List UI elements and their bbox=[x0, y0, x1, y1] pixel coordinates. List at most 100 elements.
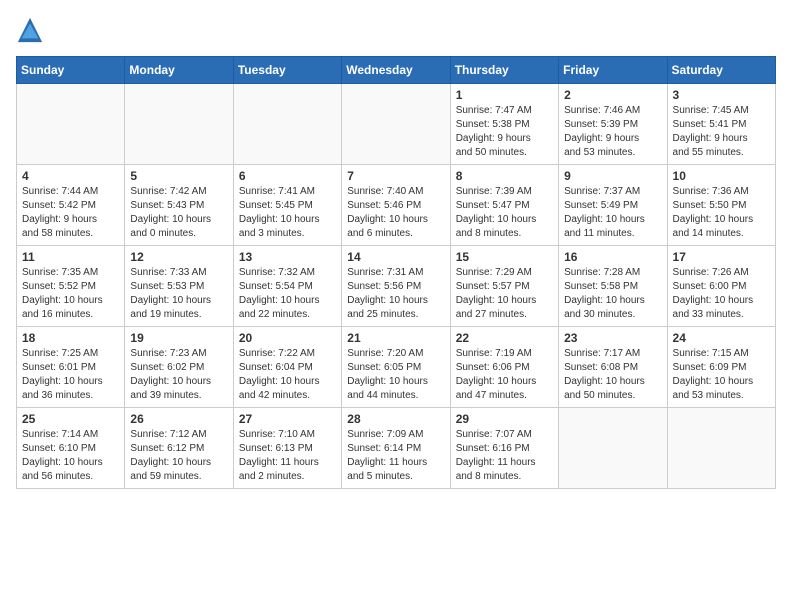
day-info: Sunrise: 7:47 AM Sunset: 5:38 PM Dayligh… bbox=[456, 104, 553, 160]
calendar-cell: 21 Sunrise: 7:20 AM Sunset: 6:05 PM Dayli… bbox=[342, 327, 450, 408]
day-info: Sunrise: 7:15 AM Sunset: 6:09 PM Dayligh… bbox=[673, 347, 770, 403]
day-info: Sunrise: 7:36 AM Sunset: 5:50 PM Dayligh… bbox=[673, 185, 770, 241]
calendar-cell: 17 Sunrise: 7:26 AM Sunset: 6:00 PM Dayli… bbox=[667, 246, 775, 327]
day-info: Sunrise: 7:10 AM Sunset: 6:13 PM Dayligh… bbox=[239, 428, 336, 484]
day-info: Sunrise: 7:29 AM Sunset: 5:57 PM Dayligh… bbox=[456, 266, 553, 322]
calendar-week-row: 18 Sunrise: 7:25 AM Sunset: 6:01 PM Dayli… bbox=[17, 327, 776, 408]
day-number: 16 bbox=[564, 250, 661, 264]
day-number: 19 bbox=[130, 331, 227, 345]
day-number: 18 bbox=[22, 331, 119, 345]
calendar-week-row: 1 Sunrise: 7:47 AM Sunset: 5:38 PM Daylig… bbox=[17, 84, 776, 165]
day-number: 15 bbox=[456, 250, 553, 264]
calendar-cell: 19 Sunrise: 7:23 AM Sunset: 6:02 PM Dayli… bbox=[125, 327, 233, 408]
calendar-cell: 23Sunrise: 7:17 AM Sunset: 6:08 PM Dayli… bbox=[559, 327, 667, 408]
day-info: Sunrise: 7:45 AM Sunset: 5:41 PM Dayligh… bbox=[673, 104, 770, 160]
logo-icon bbox=[16, 16, 44, 44]
day-number: 6 bbox=[239, 169, 336, 183]
calendar-cell: 22Sunrise: 7:19 AM Sunset: 6:06 PM Dayli… bbox=[450, 327, 558, 408]
day-number: 21 bbox=[347, 331, 444, 345]
calendar-cell: 26 Sunrise: 7:12 AM Sunset: 6:12 PM Dayli… bbox=[125, 408, 233, 489]
day-info: Sunrise: 7:26 AM Sunset: 6:00 PM Dayligh… bbox=[673, 266, 770, 322]
day-info: Sunrise: 7:33 AM Sunset: 5:53 PM Dayligh… bbox=[130, 266, 227, 322]
calendar-cell: 5Sunrise: 7:42 AM Sunset: 5:43 PM Daylig… bbox=[125, 165, 233, 246]
day-number: 17 bbox=[673, 250, 770, 264]
day-info: Sunrise: 7:46 AM Sunset: 5:39 PM Dayligh… bbox=[564, 104, 661, 160]
calendar-cell: 1 Sunrise: 7:47 AM Sunset: 5:38 PM Daylig… bbox=[450, 84, 558, 165]
day-info: Sunrise: 7:41 AM Sunset: 5:45 PM Dayligh… bbox=[239, 185, 336, 241]
calendar-cell: 15 Sunrise: 7:29 AM Sunset: 5:57 PM Dayli… bbox=[450, 246, 558, 327]
calendar-cell: 18 Sunrise: 7:25 AM Sunset: 6:01 PM Dayli… bbox=[17, 327, 125, 408]
calendar-cell: 20 Sunrise: 7:22 AM Sunset: 6:04 PM Dayli… bbox=[233, 327, 341, 408]
calendar-cell: 9 Sunrise: 7:37 AM Sunset: 5:49 PM Daylig… bbox=[559, 165, 667, 246]
day-info: Sunrise: 7:25 AM Sunset: 6:01 PM Dayligh… bbox=[22, 347, 119, 403]
day-info: Sunrise: 7:07 AM Sunset: 6:16 PM Dayligh… bbox=[456, 428, 553, 484]
day-number: 10 bbox=[673, 169, 770, 183]
day-number: 29 bbox=[456, 412, 553, 426]
calendar-header-row: SundayMondayTuesdayWednesdayThursdayFrid… bbox=[17, 57, 776, 84]
day-number: 23 bbox=[564, 331, 661, 345]
day-number: 14 bbox=[347, 250, 444, 264]
day-number: 22 bbox=[456, 331, 553, 345]
calendar-cell: 2 Sunrise: 7:46 AM Sunset: 5:39 PM Daylig… bbox=[559, 84, 667, 165]
logo bbox=[16, 16, 48, 44]
day-info: Sunrise: 7:35 AM Sunset: 5:52 PM Dayligh… bbox=[22, 266, 119, 322]
day-number: 28 bbox=[347, 412, 444, 426]
day-info: Sunrise: 7:12 AM Sunset: 6:12 PM Dayligh… bbox=[130, 428, 227, 484]
day-number: 20 bbox=[239, 331, 336, 345]
day-info: Sunrise: 7:14 AM Sunset: 6:10 PM Dayligh… bbox=[22, 428, 119, 484]
day-info: Sunrise: 7:28 AM Sunset: 5:58 PM Dayligh… bbox=[564, 266, 661, 322]
day-number: 13 bbox=[239, 250, 336, 264]
calendar-cell: 13 Sunrise: 7:32 AM Sunset: 5:54 PM Dayli… bbox=[233, 246, 341, 327]
calendar-week-row: 4 Sunrise: 7:44 AM Sunset: 5:42 PM Daylig… bbox=[17, 165, 776, 246]
calendar-cell: 14 Sunrise: 7:31 AM Sunset: 5:56 PM Dayli… bbox=[342, 246, 450, 327]
day-header-sunday: Sunday bbox=[17, 57, 125, 84]
calendar-cell: 16 Sunrise: 7:28 AM Sunset: 5:58 PM Dayli… bbox=[559, 246, 667, 327]
day-info: Sunrise: 7:37 AM Sunset: 5:49 PM Dayligh… bbox=[564, 185, 661, 241]
calendar-cell bbox=[125, 84, 233, 165]
calendar-cell: 6 Sunrise: 7:41 AM Sunset: 5:45 PM Daylig… bbox=[233, 165, 341, 246]
day-number: 4 bbox=[22, 169, 119, 183]
day-header-wednesday: Wednesday bbox=[342, 57, 450, 84]
day-info: Sunrise: 7:40 AM Sunset: 5:46 PM Dayligh… bbox=[347, 185, 444, 241]
day-header-saturday: Saturday bbox=[667, 57, 775, 84]
day-info: Sunrise: 7:23 AM Sunset: 6:02 PM Dayligh… bbox=[130, 347, 227, 403]
day-number: 1 bbox=[456, 88, 553, 102]
day-info: Sunrise: 7:32 AM Sunset: 5:54 PM Dayligh… bbox=[239, 266, 336, 322]
calendar-cell: 8Sunrise: 7:39 AM Sunset: 5:47 PM Daylig… bbox=[450, 165, 558, 246]
calendar-cell: 11 Sunrise: 7:35 AM Sunset: 5:52 PM Dayli… bbox=[17, 246, 125, 327]
page-header bbox=[16, 16, 776, 44]
day-number: 2 bbox=[564, 88, 661, 102]
calendar-cell bbox=[17, 84, 125, 165]
calendar-cell bbox=[342, 84, 450, 165]
calendar-cell bbox=[233, 84, 341, 165]
day-number: 24 bbox=[673, 331, 770, 345]
day-info: Sunrise: 7:20 AM Sunset: 6:05 PM Dayligh… bbox=[347, 347, 444, 403]
calendar-cell: 7Sunrise: 7:40 AM Sunset: 5:46 PM Daylig… bbox=[342, 165, 450, 246]
day-header-monday: Monday bbox=[125, 57, 233, 84]
calendar-cell: 29 Sunrise: 7:07 AM Sunset: 6:16 PM Dayli… bbox=[450, 408, 558, 489]
day-header-thursday: Thursday bbox=[450, 57, 558, 84]
calendar-table: SundayMondayTuesdayWednesdayThursdayFrid… bbox=[16, 56, 776, 489]
calendar-cell bbox=[559, 408, 667, 489]
day-info: Sunrise: 7:44 AM Sunset: 5:42 PM Dayligh… bbox=[22, 185, 119, 241]
calendar-cell: 10 Sunrise: 7:36 AM Sunset: 5:50 PM Dayli… bbox=[667, 165, 775, 246]
day-info: Sunrise: 7:39 AM Sunset: 5:47 PM Dayligh… bbox=[456, 185, 553, 241]
day-number: 26 bbox=[130, 412, 227, 426]
calendar-cell: 25 Sunrise: 7:14 AM Sunset: 6:10 PM Dayli… bbox=[17, 408, 125, 489]
day-number: 25 bbox=[22, 412, 119, 426]
day-header-friday: Friday bbox=[559, 57, 667, 84]
day-number: 11 bbox=[22, 250, 119, 264]
calendar-cell bbox=[667, 408, 775, 489]
day-header-tuesday: Tuesday bbox=[233, 57, 341, 84]
day-info: Sunrise: 7:09 AM Sunset: 6:14 PM Dayligh… bbox=[347, 428, 444, 484]
calendar-cell: 12 Sunrise: 7:33 AM Sunset: 5:53 PM Dayli… bbox=[125, 246, 233, 327]
day-info: Sunrise: 7:31 AM Sunset: 5:56 PM Dayligh… bbox=[347, 266, 444, 322]
day-number: 3 bbox=[673, 88, 770, 102]
calendar-cell: 4 Sunrise: 7:44 AM Sunset: 5:42 PM Daylig… bbox=[17, 165, 125, 246]
day-info: Sunrise: 7:42 AM Sunset: 5:43 PM Dayligh… bbox=[130, 185, 227, 241]
day-info: Sunrise: 7:22 AM Sunset: 6:04 PM Dayligh… bbox=[239, 347, 336, 403]
calendar-cell: 3 Sunrise: 7:45 AM Sunset: 5:41 PM Daylig… bbox=[667, 84, 775, 165]
day-number: 9 bbox=[564, 169, 661, 183]
day-number: 12 bbox=[130, 250, 227, 264]
calendar-cell: 24 Sunrise: 7:15 AM Sunset: 6:09 PM Dayli… bbox=[667, 327, 775, 408]
